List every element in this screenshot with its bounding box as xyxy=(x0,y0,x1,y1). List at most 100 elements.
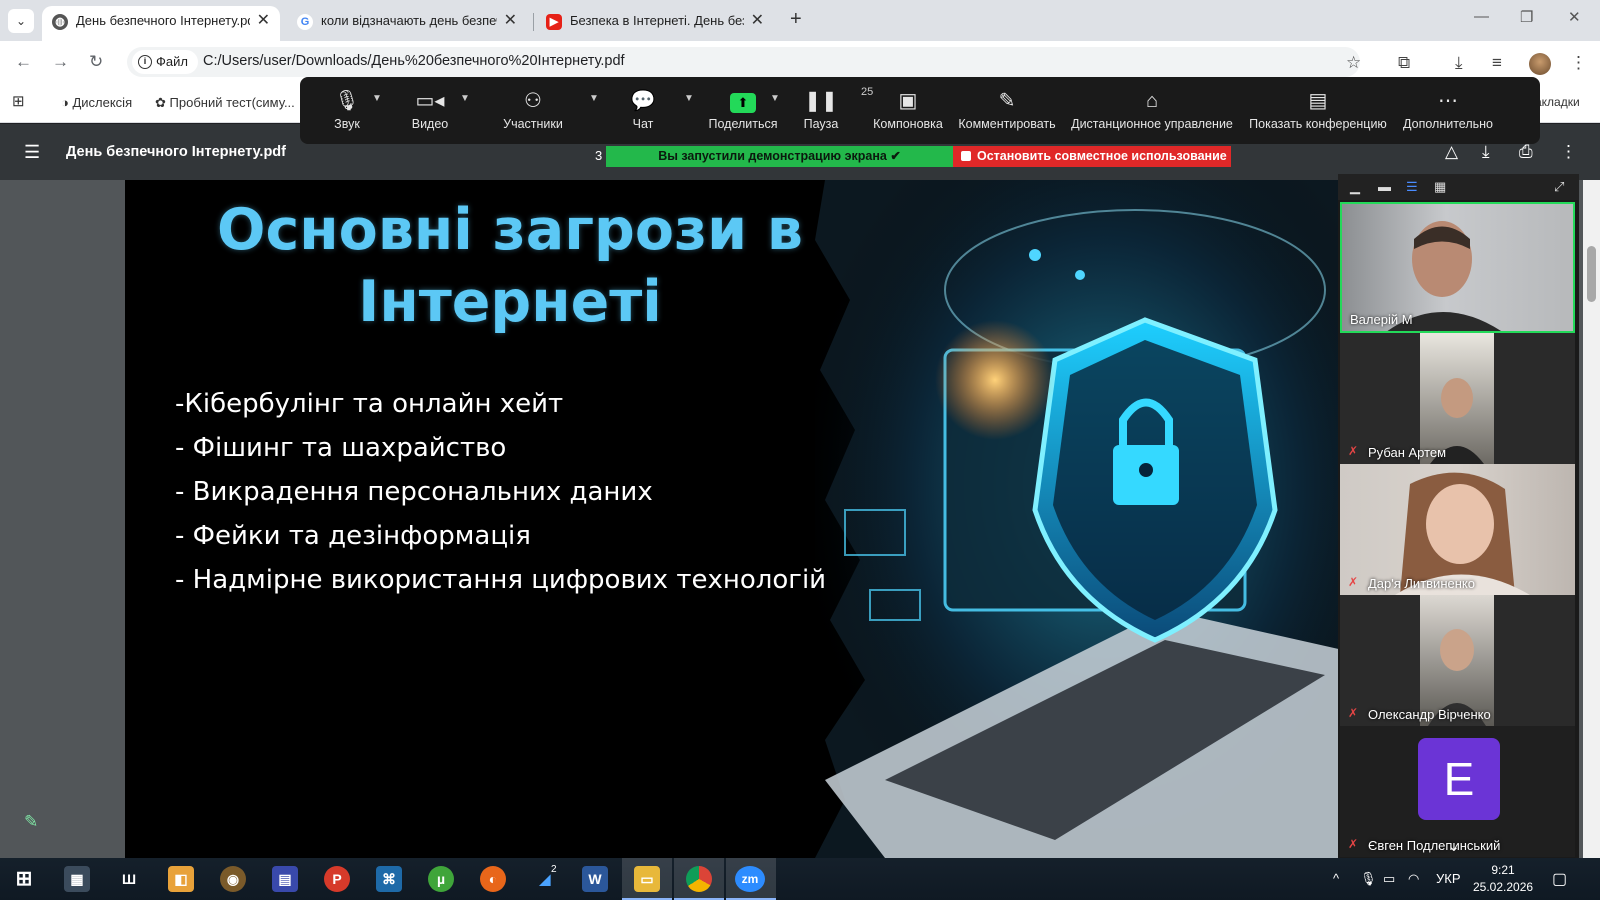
tray-expand-icon[interactable]: ^ xyxy=(1333,871,1339,886)
utorrent-icon[interactable]: µ xyxy=(428,866,454,892)
remote-control-button[interactable]: ⌂ Дистанционное управление xyxy=(1070,85,1234,131)
zoom-icon[interactable]: zm xyxy=(735,866,765,892)
drive-upload-icon[interactable]: △ xyxy=(1445,142,1458,162)
tab-label: коли відзначають день безпеч xyxy=(321,13,497,28)
site-info-chip[interactable]: i Файл xyxy=(132,50,198,74)
strip-view-icon[interactable]: ☰ xyxy=(1406,179,1418,195)
chat-button[interactable]: 💬 Чат xyxy=(625,85,661,131)
pdf-download-icon[interactable]: ⤓ xyxy=(1482,142,1490,162)
file-manager-icon[interactable]: ◧ xyxy=(168,866,194,892)
new-tab-plus-icon[interactable]: + xyxy=(790,8,802,31)
tab-pdf[interactable]: ◍ День безпечного Інтернету.pdf ✕ xyxy=(42,6,280,41)
wifi-icon[interactable]: ◠ xyxy=(1408,871,1419,887)
slide: Основні загрози в Інтернеті -Кібербулінг… xyxy=(125,180,1343,858)
network-app-icon[interactable]: ⌘ xyxy=(376,866,402,892)
floppy-save-icon[interactable]: ▤ xyxy=(272,866,298,892)
windows-start-icon[interactable]: ⊞ xyxy=(11,866,37,892)
google-icon: G xyxy=(297,14,313,30)
tab-strip: ⌄ ◍ День безпечного Інтернету.pdf ✕ G ко… xyxy=(0,0,1600,41)
layout-icon: ▣ xyxy=(898,90,918,112)
pdf-more-icon[interactable]: ⋮ xyxy=(1560,142,1577,162)
active-speaker-view-icon[interactable]: ▬ xyxy=(1378,179,1391,194)
forward-arrow-icon[interactable]: → xyxy=(52,52,69,72)
participant-tile[interactable]: ✗ Олександр Вірченко xyxy=(1340,595,1575,726)
omnibox[interactable]: i Файл C:/Users/user/Downloads/День%20бе… xyxy=(127,47,1360,77)
language-indicator[interactable]: УКР xyxy=(1436,871,1461,886)
chat-options-caret-icon[interactable]: ▼ xyxy=(684,93,694,104)
tray-mic-icon[interactable]: 🎙 xyxy=(1360,871,1377,887)
chrome-icon[interactable] xyxy=(686,866,712,892)
participants-options-caret-icon[interactable]: ▼ xyxy=(589,93,599,104)
mouse-icon: ⌂ xyxy=(1145,90,1159,112)
url-text[interactable]: C:/Users/user/Downloads/День%20безпечног… xyxy=(203,53,625,69)
annotate-label: Комментировать xyxy=(958,117,1056,131)
stop-square-icon xyxy=(961,151,971,161)
slide-title-line2: Інтернеті xyxy=(358,269,662,335)
battery-icon[interactable]: ▭ xyxy=(1383,871,1395,887)
reload-icon[interactable]: ↻ xyxy=(89,52,103,72)
bookmark-dyslexia[interactable]: ◑ Дислексія xyxy=(61,95,132,110)
clock-date: 25.02.2026 xyxy=(1473,880,1534,894)
star-bookmark-icon[interactable]: ☆ xyxy=(1346,53,1361,73)
video-options-caret-icon[interactable]: ▼ xyxy=(460,93,470,104)
all-bookmarks-label[interactable]: акладки xyxy=(1535,95,1580,109)
audio-button[interactable]: 🎙 Звук xyxy=(325,85,369,131)
pdf-scroll-thumb[interactable] xyxy=(1587,246,1596,302)
annotate-button[interactable]: ✎ Комментировать xyxy=(958,85,1056,131)
more-button[interactable]: ⋯ Дополнительно xyxy=(1402,85,1494,131)
audio-options-caret-icon[interactable]: ▼ xyxy=(372,93,382,104)
word-icon[interactable]: W xyxy=(582,866,608,892)
download-icon[interactable]: ⤓ xyxy=(1455,53,1463,73)
firefox-icon[interactable]: ◐ xyxy=(480,866,506,892)
participants-button[interactable]: ⚇ Участники xyxy=(500,85,566,131)
share-options-caret-icon[interactable]: ▼ xyxy=(770,93,780,104)
app-badge: 2 xyxy=(551,864,557,875)
video-button[interactable]: ▭◂ Видео xyxy=(405,85,455,131)
tab-google[interactable]: G коли відзначають день безпеч ✕ xyxy=(287,6,527,41)
presentation-app-icon[interactable]: P xyxy=(324,866,350,892)
tab-youtube[interactable]: ▶ Безпека в Інтернеті. День безп ✕ xyxy=(536,6,774,41)
close-tab-icon[interactable]: ✕ xyxy=(751,6,764,36)
notifications-icon[interactable]: ▢ xyxy=(1552,869,1567,889)
profile-avatar[interactable] xyxy=(1529,53,1551,75)
clock[interactable]: 9:21 25.02.2026 xyxy=(1473,862,1533,896)
apps-grid-icon[interactable]: ⊞ xyxy=(12,92,25,110)
calculator-icon[interactable]: ▦ xyxy=(64,866,90,892)
participant-tile[interactable]: ✗ Дар'я Литвиненко xyxy=(1340,464,1575,595)
page-indicator: 3 xyxy=(595,148,603,163)
pause-label: Пауза xyxy=(803,117,839,131)
close-tab-icon[interactable]: ✕ xyxy=(504,6,517,36)
microphone-icon: 🎙 xyxy=(334,90,360,112)
minimize-icon[interactable]: — xyxy=(1474,8,1489,25)
participant-tile[interactable]: Валерій М xyxy=(1340,202,1575,333)
annotation-pen-icon[interactable]: ✎ xyxy=(24,812,38,832)
minimize-panel-icon[interactable]: ▁ xyxy=(1350,179,1360,195)
show-meeting-icon: ▤ xyxy=(1308,90,1328,112)
app-m-icon[interactable]: Ш xyxy=(116,866,142,892)
print-icon[interactable]: ⎙ xyxy=(1519,142,1533,162)
share-screen-button[interactable]: ⬆ Поделиться xyxy=(708,85,778,131)
stop-share-button[interactable]: Остановить совместное использование xyxy=(953,146,1231,167)
list-item: - Фішинг та шахрайство xyxy=(175,433,507,463)
zoom-meeting-toolbar: 🎙 Звук ▼ ▭◂ Видео ▼ ⚇ Участники 25 ▼ 💬 Ч… xyxy=(300,77,1540,144)
back-arrow-icon[interactable]: ← xyxy=(15,52,32,72)
hamburger-menu-icon[interactable]: ☰ xyxy=(24,142,40,163)
show-meeting-button[interactable]: ▤ Показать конференцию xyxy=(1248,85,1388,131)
close-window-icon[interactable]: ✕ xyxy=(1568,8,1581,26)
file-explorer-icon[interactable]: ▭ xyxy=(634,866,660,892)
expand-icon[interactable]: ⤢ xyxy=(1554,179,1564,195)
remote-control-label: Дистанционное управление xyxy=(1071,117,1233,131)
extensions-puzzle-icon[interactable]: ⧉ xyxy=(1398,53,1410,73)
layout-button[interactable]: ▣ Компоновка xyxy=(870,85,946,131)
restore-icon[interactable]: ❐ xyxy=(1520,8,1533,26)
gallery-view-icon[interactable]: ▦ xyxy=(1434,179,1446,195)
media-player-icon[interactable]: ◉ xyxy=(220,866,246,892)
participant-tile[interactable]: ✗ Рубан Артем xyxy=(1340,333,1575,464)
bookmark-test[interactable]: ✿ Пробний тест(симу... xyxy=(155,95,295,111)
pause-share-button[interactable]: ❚❚ Пауза xyxy=(800,85,842,131)
close-tab-icon[interactable]: ✕ xyxy=(257,6,270,36)
tab-search-chevron-icon[interactable]: ⌄ xyxy=(8,9,34,33)
scroll-down-chevron-icon[interactable]: ⌄ xyxy=(1448,838,1460,855)
media-controls-icon[interactable]: ≡ xyxy=(1492,53,1502,73)
chrome-menu-icon[interactable]: ⋮ xyxy=(1570,53,1587,73)
